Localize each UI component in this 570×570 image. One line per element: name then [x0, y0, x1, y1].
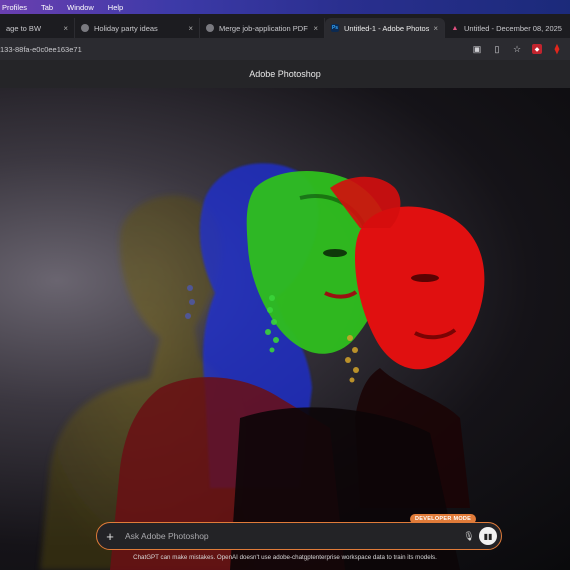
- globe-icon: [206, 24, 214, 32]
- star-icon[interactable]: ☆: [512, 44, 522, 54]
- unknown-icon: ▲: [451, 24, 459, 32]
- tab-image-to-bw[interactable]: age to BW ×: [0, 18, 75, 38]
- screen-icon[interactable]: ▣: [472, 44, 482, 54]
- close-tab-icon[interactable]: ×: [313, 24, 318, 33]
- macos-menubar: Profiles Tab Window Help: [0, 0, 570, 14]
- menu-tab[interactable]: Tab: [41, 3, 53, 12]
- extension-icon[interactable]: ◆: [532, 44, 542, 54]
- acrobat-icon[interactable]: ⧫: [552, 44, 562, 55]
- tab-title: Untitled - December 08, 2025: [464, 23, 562, 33]
- disclaimer-text: ChatGPT can make mistakes. OpenAI doesn'…: [133, 554, 437, 561]
- photoshop-canvas[interactable]: [0, 88, 570, 570]
- voice-mode-button[interactable]: ▮▮: [479, 527, 497, 545]
- tab-merge-job-application-pdf[interactable]: Merge job-application PDF ×: [200, 18, 325, 38]
- app-header: Adobe Photoshop: [0, 60, 570, 89]
- photoshop-icon: Ps: [331, 24, 339, 32]
- toolbar-icons: ▣ ▯ ☆ ◆ ⧫: [472, 44, 562, 55]
- menu-profiles[interactable]: Profiles: [2, 3, 27, 12]
- tab-title: Holiday party ideas: [94, 23, 158, 33]
- tab-title: age to BW: [6, 23, 42, 33]
- plus-icon[interactable]: +: [97, 529, 123, 544]
- tab-untitled-december[interactable]: ▲ Untitled - December 08, 2025: [445, 18, 570, 38]
- close-tab-icon[interactable]: ×: [188, 24, 193, 33]
- canvas-artwork: [40, 163, 485, 570]
- document-icon[interactable]: ▯: [492, 44, 502, 54]
- address-bar-row: 133-88fa-e0c0ee163e71 ▣ ▯ ☆ ◆ ⧫: [0, 38, 570, 60]
- globe-icon: [81, 24, 89, 32]
- close-tab-icon[interactable]: ×: [433, 24, 438, 33]
- close-tab-icon[interactable]: ×: [63, 24, 68, 33]
- app-title: Adobe Photoshop: [249, 69, 321, 79]
- browser-tab-strip: age to BW × Holiday party ideas × Merge …: [0, 14, 570, 38]
- menu-window[interactable]: Window: [67, 3, 94, 12]
- menu-help[interactable]: Help: [108, 3, 123, 12]
- tab-title: Untitled-1 - Adobe Photoshop: [344, 23, 430, 33]
- prompt-bar: + 🎙 ▮▮: [96, 522, 502, 550]
- url-field[interactable]: 133-88fa-e0c0ee163e71: [0, 45, 472, 54]
- tab-untitled-photoshop[interactable]: Ps Untitled-1 - Adobe Photoshop ×: [325, 18, 445, 38]
- tab-holiday-party-ideas[interactable]: Holiday party ideas ×: [75, 18, 200, 38]
- prompt-input[interactable]: [123, 530, 459, 542]
- tab-title: Merge job-application PDF: [219, 23, 308, 33]
- microphone-icon[interactable]: 🎙: [459, 531, 479, 542]
